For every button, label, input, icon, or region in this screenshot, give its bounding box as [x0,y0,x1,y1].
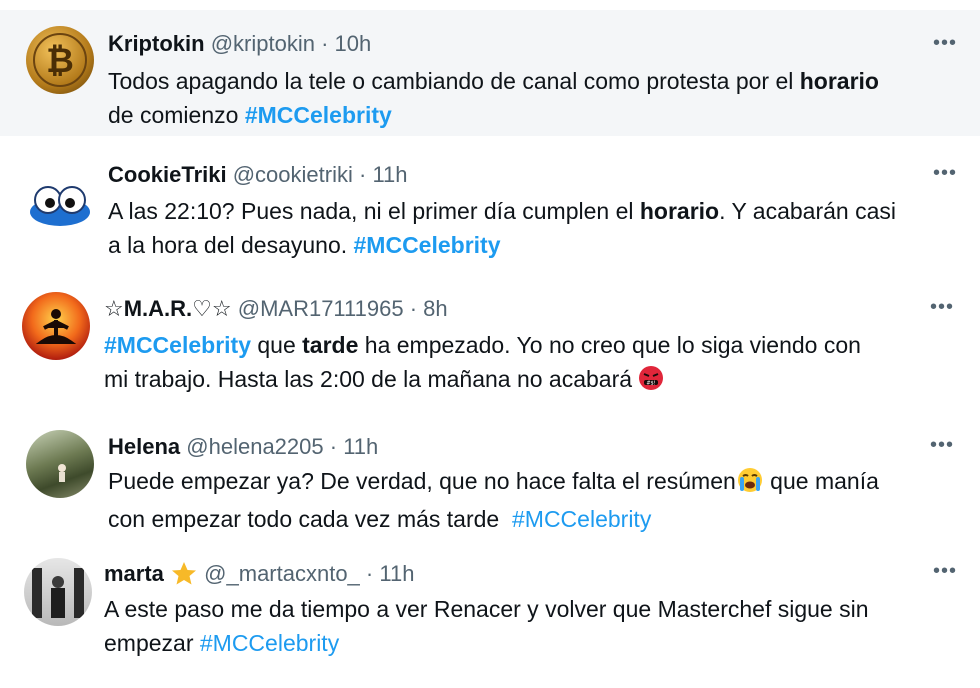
separator: · [321,31,329,56]
avatar-helena[interactable] [26,430,94,498]
timestamp[interactable]: 11h [379,561,414,586]
tweet-text: #MCCelebrity que tarde ha empezado. Yo n… [104,328,964,400]
tweet-mar[interactable]: ☆M.A.R.♡☆ @MAR17111965 · 8h ••• #MCCeleb… [0,276,980,411]
hashtag-link[interactable]: #MCCelebrity [104,332,251,358]
person-photo-icon [32,568,84,618]
angry-face-with-symbols-icon: #$! [638,365,664,400]
tweet-helena[interactable]: Helena @helena2205 · 11h ••• Puede empez… [0,420,980,540]
hashtag-link[interactable]: #MCCelebrity [354,232,501,258]
text-segment: A las 22:10? Pues nada, ni el primer día… [108,198,640,224]
text-segment: que manía [763,468,879,494]
text-segment: de comienzo [108,102,245,128]
cookie-monster-icon [30,186,90,226]
star-icon [170,560,198,592]
timestamp[interactable]: 11h [343,434,378,459]
loudly-crying-face-icon [736,467,764,502]
text-segment: Puede empezar ya? De verdad, que no hace… [108,468,736,494]
text-segment: A este paso me da tiempo a ver Renacer y… [104,596,869,622]
more-options-icon[interactable]: ••• [933,560,957,583]
more-options-icon[interactable]: ••• [933,162,957,185]
tweet-text: Puede empezar ya? De verdad, que no hace… [108,464,968,536]
timestamp[interactable]: 8h [423,296,447,321]
separator: · [329,434,338,459]
display-name[interactable]: Kriptokin [108,31,205,56]
handle[interactable]: @helena2205 [186,434,323,459]
avatar-marta[interactable] [24,558,92,626]
avatar-kriptokin[interactable]: ₿ [26,26,94,94]
bold-word: tarde [302,332,359,358]
tweet-text: A las 22:10? Pues nada, ni el primer día… [108,194,968,262]
handle[interactable]: @_martacxnto_ [204,561,360,586]
handle[interactable]: @cookietriki [233,162,353,187]
tweet-cookietriki[interactable]: CookieTriki @cookietriki · 11h ••• A las… [0,140,980,270]
hashtag-link[interactable]: #MCCelebrity [200,630,339,656]
text-segment: mi trabajo. Hasta las 2:00 de la mañana … [104,366,639,392]
handle[interactable]: @MAR17111965 [238,296,404,321]
person-outdoors-icon [58,464,66,482]
tweet-text: A este paso me da tiempo a ver Renacer y… [104,592,964,660]
text-segment: empezar [104,630,200,656]
bitcoin-icon: ₿ [33,33,87,87]
tweet-kriptokin[interactable]: ₿ Kriptokin @kriptokin · 10h ••• Todos a… [0,10,980,136]
tweet-marta[interactable]: marta @_martacxnto_ · 11h ••• A este pas… [0,548,980,683]
display-name[interactable]: CookieTriki [108,162,227,187]
handle[interactable]: @kriptokin [211,31,315,56]
separator: · [365,561,374,586]
text-segment: con empezar todo cada vez más tarde [108,506,512,532]
text-segment: ha empezado. Yo no creo que lo siga vien… [358,332,861,358]
timestamp[interactable]: 10h [335,31,372,56]
display-name[interactable]: marta [104,561,164,586]
meditation-silhouette-icon [35,309,77,344]
bold-word: horario [639,198,720,224]
timestamp[interactable]: 11h [372,162,407,187]
avatar-cookietriki[interactable] [26,166,94,234]
separator: · [409,296,418,321]
text-segment: Todos apagando la tele o cambiando de ca… [108,68,800,94]
hashtag-link[interactable]: #MCCelebrity [512,506,651,532]
separator: · [358,162,367,187]
svg-text:₿: ₿ [46,41,74,81]
hashtag-link[interactable]: #MCCelebrity [245,102,392,128]
more-options-icon[interactable]: ••• [930,296,954,319]
text-segment: a la hora del desayuno. [108,232,354,258]
tweet-text: Todos apagando la tele o cambiando de ca… [108,64,968,132]
text-segment: que [250,332,303,358]
display-name[interactable]: Helena [108,434,180,459]
bold-word: horario [799,68,879,94]
display-name[interactable]: ☆M.A.R.♡☆ [104,296,232,321]
more-options-icon[interactable]: ••• [933,32,957,55]
svg-text:#$!: #$! [647,381,656,387]
text-segment: . Y acabarán casi [719,198,896,224]
more-options-icon[interactable]: ••• [930,434,954,457]
avatar-mar[interactable] [22,292,90,360]
